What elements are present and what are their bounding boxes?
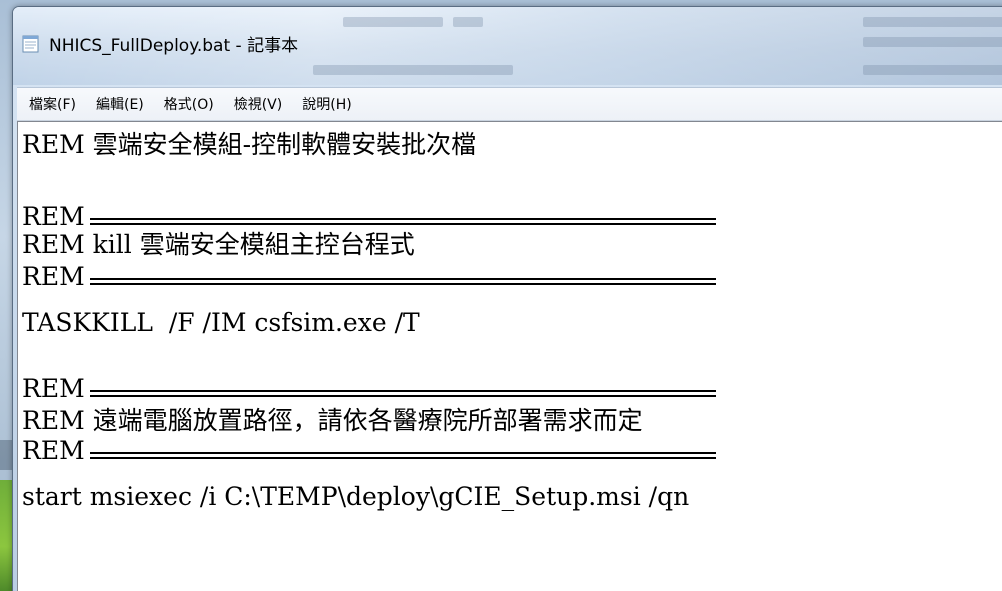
background-window-ghost [863,37,1002,47]
background-window-ghost [313,65,513,75]
separator-rule [90,390,716,397]
document-line: REM [22,202,93,231]
separator-rule [90,278,716,285]
menu-edit[interactable]: 編輯(E) [88,91,152,117]
desktop-background: NHICS_FullDeploy.bat - 記事本 檔案(F) 編輯(E) 格… [0,0,1002,591]
background-window-ghost [343,17,443,27]
menu-file[interactable]: 檔案(F) [21,91,84,117]
separator-rule [90,452,716,459]
document-line: REM 雲端安全模組-控制軟體安裝批次檔 [22,130,477,159]
menu-help[interactable]: 說明(H) [294,91,359,117]
background-window-ghost [453,17,483,27]
window-title: NHICS_FullDeploy.bat - 記事本 [49,36,299,56]
window-edge-shadow [0,440,12,470]
background-window-ghost [863,17,1002,27]
menu-bar: 檔案(F) 編輯(E) 格式(O) 檢視(V) 說明(H) [17,87,1002,121]
separator-rule [90,218,716,225]
document-line: REM [22,262,93,291]
menu-view[interactable]: 檢視(V) [226,91,291,117]
document-line: TASKKILL /F /IM csfsim.exe /T [22,308,420,337]
document-line: REM [22,436,93,465]
text-editor-area[interactable]: REM 雲端安全模組-控制軟體安裝批次檔 REM REM kill 雲端安全模組… [17,121,1002,591]
document-line: REM 遠端電腦放置路徑，請依各醫療院所部署需求而定 [22,406,643,435]
background-window-ghost [863,65,1002,75]
title-bar[interactable]: NHICS_FullDeploy.bat - 記事本 [13,7,1002,85]
document-line: start msiexec /i C:\TEMP\deploy\gCIE_Set… [22,482,690,511]
menu-format[interactable]: 格式(O) [156,91,222,117]
document-line: REM kill 雲端安全模組主控台程式 [22,230,415,259]
notepad-icon[interactable] [21,33,41,53]
document-line: REM [22,374,93,403]
notepad-window[interactable]: NHICS_FullDeploy.bat - 記事本 檔案(F) 編輯(E) 格… [12,6,1002,591]
